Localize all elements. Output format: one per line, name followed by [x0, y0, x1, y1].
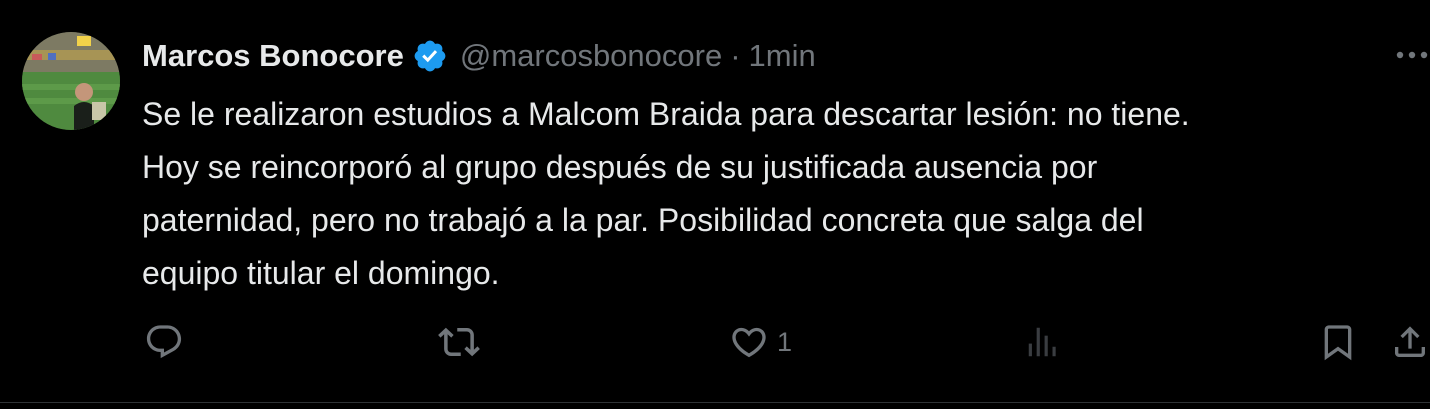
views-button[interactable]: [1024, 318, 1070, 366]
verified-badge-icon[interactable]: [412, 38, 448, 74]
heart-icon: [729, 322, 769, 362]
bookmark-icon: [1318, 322, 1358, 362]
tweet-header: Marcos Bonocore @marcosbonocore · 1min: [142, 34, 816, 78]
timestamp[interactable]: 1min: [749, 38, 816, 74]
separator-dot: ·: [730, 38, 741, 73]
tweet-text: Se le realizaron estudios a Malcom Braid…: [142, 96, 1190, 291]
author-handle[interactable]: @marcosbonocore: [460, 38, 722, 74]
share-icon: [1390, 322, 1430, 362]
avatar[interactable]: [22, 32, 120, 130]
reply-button[interactable]: [144, 318, 192, 366]
tweet[interactable]: Marcos Bonocore @marcosbonocore · 1min S…: [0, 0, 1430, 409]
display-name[interactable]: Marcos Bonocore: [142, 38, 404, 74]
more-icon[interactable]: [1395, 45, 1429, 65]
retweet-button[interactable]: [438, 318, 488, 366]
retweet-icon: [438, 321, 480, 363]
action-bar: 1: [0, 318, 1430, 366]
share-button[interactable]: [1390, 318, 1430, 366]
like-count: 1: [777, 326, 793, 357]
bookmark-button[interactable]: [1318, 318, 1358, 366]
views-icon: [1024, 323, 1062, 361]
divider: [0, 402, 1430, 403]
like-button[interactable]: 1: [729, 318, 792, 366]
reply-icon: [144, 322, 184, 362]
